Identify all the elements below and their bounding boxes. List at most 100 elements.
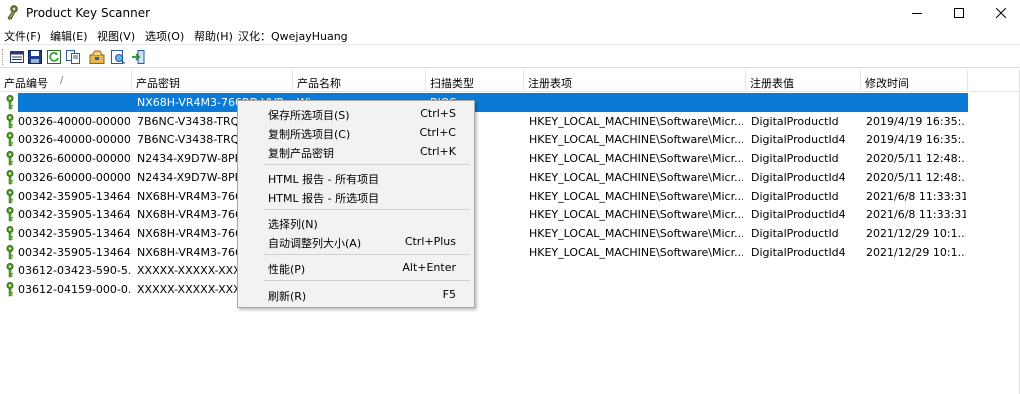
maximize-button[interactable]	[936, 0, 982, 26]
copy-button[interactable]	[64, 48, 82, 66]
cell-registry-key: HKEY_LOCAL_MACHINE\Software\Micr...	[529, 226, 743, 240]
menu-translation-credit: 汉化：QwejayHuang	[238, 30, 348, 43]
save-button[interactable]	[26, 48, 44, 66]
menu-item-shortcut: Alt+Enter	[402, 261, 456, 274]
menu-item-copy-selected[interactable]: 复制所选项目(C) Ctrl+C	[238, 123, 474, 142]
menu-item-label: 刷新(R)	[268, 290, 307, 303]
list-header: 产品编号 / 产品密钥 产品名称 扫描类型 注册表项 注册表值 修改时间	[0, 70, 1020, 92]
column-header-registry-value[interactable]: 注册表值	[746, 70, 861, 92]
column-label: 注册表项	[528, 77, 572, 90]
key-icon	[6, 225, 14, 241]
table-row[interactable]: 00342-35905-13464... NX68H-VR4M3-766 HKE…	[0, 224, 1020, 243]
menu-options[interactable]: 选项(O)	[145, 28, 184, 44]
key-icon	[6, 263, 14, 278]
options-button[interactable]	[88, 48, 106, 66]
column-header-modified-time[interactable]: 修改时间	[861, 70, 968, 92]
cell-product-id: 03612-03423-590-5...	[18, 264, 130, 278]
table-row[interactable]: 00326-60000-00000... N2434-X9D7W-8PF HKE…	[0, 149, 1020, 168]
copy-icon	[66, 50, 80, 64]
key-icon	[6, 282, 14, 297]
maximize-icon	[954, 8, 964, 18]
table-row[interactable]: NX68H-VR4M3-766RD-VVR Wi BIOS	[0, 93, 1020, 112]
cell-product-id: 00326-60000-00000...	[18, 152, 130, 166]
table-row[interactable]: 00326-60000-00000... N2434-X9D7W-8PF HKE…	[0, 168, 1020, 187]
menu-item-choose-columns[interactable]: 选择列(N)	[238, 213, 474, 232]
minimize-button[interactable]	[894, 0, 940, 26]
menu-item-html-report-selected[interactable]: HTML 报告 - 所选项目	[238, 187, 474, 206]
menu-item-label: 选择列(N)	[268, 218, 318, 231]
close-button[interactable]	[978, 0, 1020, 26]
key-icon	[6, 244, 14, 259]
html-report-icon	[111, 50, 125, 64]
menu-file[interactable]: 文件(F)	[4, 28, 41, 44]
column-label: 产品编号	[4, 77, 48, 90]
table-row[interactable]: 03612-04159-000-0... XXXXX-XXXXX-XXX	[0, 280, 1020, 299]
table-row[interactable]: 00342-35905-13464... NX68H-VR4M3-766 HKE…	[0, 243, 1020, 262]
cell-modified-time: 2020/5/11 12:48:...	[866, 170, 966, 184]
column-header-product-key[interactable]: 产品密钥	[132, 70, 293, 92]
key-icon	[6, 132, 14, 147]
cell-modified-time: 2021/12/29 10:1...	[866, 226, 966, 240]
properties-icon	[10, 51, 24, 63]
menu-item-label: 保存所选项目(S)	[268, 109, 350, 122]
cell-registry-key: HKEY_LOCAL_MACHINE\Software\Micr...	[529, 245, 743, 259]
properties-button[interactable]	[8, 48, 26, 66]
cell-registry-key: HKEY_LOCAL_MACHINE\Software\Micr...	[529, 170, 743, 184]
menu-separator	[264, 164, 470, 165]
menu-item-properties[interactable]: 性能(P) Alt+Enter	[238, 258, 474, 277]
column-label: 注册表值	[750, 77, 794, 90]
table-row[interactable]: 00326-40000-00000... 7B6NC-V3438-TRQ HKE…	[0, 112, 1020, 131]
menu-item-refresh[interactable]: 刷新(R) F5	[238, 285, 474, 304]
menu-item-label: 复制所选项目(C)	[268, 128, 351, 141]
menu-help[interactable]: 帮助(H)	[194, 28, 233, 44]
table-row[interactable]: 00326-40000-00000... 7B6NC-V3438-TRQ HKE…	[0, 130, 1020, 149]
menu-item-label: 复制产品密钥	[268, 147, 334, 160]
table-row[interactable]: 03612-03423-590-5... XXXXX-XXXXX-XXX	[0, 261, 1020, 280]
cell-registry-value: DigitalProductId	[751, 226, 839, 240]
cell-product-id: 00342-35905-13464...	[18, 189, 130, 203]
menu-item-auto-size-columns[interactable]: 自动调整列大小(A) Ctrl+Plus	[238, 232, 474, 251]
cell-modified-time: 2021/6/8 11:33:31	[866, 189, 966, 203]
menu-item-label: HTML 报告 - 所有项目	[268, 173, 380, 186]
cell-registry-key: HKEY_LOCAL_MACHINE\Software\Micr...	[529, 189, 743, 203]
cell-registry-key: HKEY_LOCAL_MACHINE\Software\Micr...	[529, 133, 743, 147]
menu-separator	[264, 280, 470, 281]
table-row[interactable]: 00342-35905-13464... NX68H-VR4M3-766 HKE…	[0, 205, 1020, 224]
menu-item-save-selected[interactable]: 保存所选项目(S) Ctrl+S	[238, 104, 474, 123]
toolbar-grip	[2, 49, 4, 65]
menu-item-html-report-all[interactable]: HTML 报告 - 所有项目	[238, 168, 474, 187]
cell-registry-value: DigitalProductId4	[751, 245, 846, 259]
toolbar	[0, 44, 1020, 68]
cell-modified-time: 2019/4/19 16:35:...	[866, 114, 966, 128]
column-header-scan-type[interactable]: 扫描类型	[426, 70, 524, 92]
column-label: 产品名称	[297, 77, 341, 90]
column-header-product-name[interactable]: 产品名称	[293, 70, 426, 92]
menu-item-shortcut: Ctrl+K	[419, 145, 456, 158]
title-bar: Product Key Scanner	[0, 0, 1020, 26]
menu-item-copy-product-key[interactable]: 复制产品密钥 Ctrl+K	[238, 142, 474, 161]
cell-modified-time: 2021/6/8 11:33:31	[866, 208, 966, 222]
menu-edit[interactable]: 编辑(E)	[50, 28, 88, 44]
context-menu: 保存所选项目(S) Ctrl+S 复制所选项目(C) Ctrl+C 复制产品密钥…	[237, 100, 475, 308]
cell-product-id: 03612-04159-000-0...	[18, 283, 130, 296]
menu-view[interactable]: 视图(V)	[97, 28, 135, 44]
menu-item-shortcut: F5	[442, 288, 456, 301]
cell-registry-key: HKEY_LOCAL_MACHINE\Software\Micr...	[529, 152, 743, 166]
app-key-icon	[7, 5, 18, 21]
cell-product-id: 00326-40000-00000...	[18, 114, 130, 128]
column-header-registry-key[interactable]: 注册表项	[524, 70, 746, 92]
column-label: 修改时间	[865, 77, 909, 90]
table-row[interactable]: 00342-35905-13464... NX68H-VR4M3-766 HKE…	[0, 187, 1020, 206]
exit-button[interactable]	[129, 48, 147, 66]
column-label: 扫描类型	[430, 77, 474, 90]
column-header-product-id[interactable]: 产品编号 /	[0, 70, 132, 92]
refresh-button[interactable]	[45, 48, 63, 66]
cell-modified-time: 2019/4/19 16:35:...	[866, 133, 966, 147]
key-icon	[6, 188, 14, 203]
cell-modified-time: 2021/12/29 10:1...	[866, 245, 966, 259]
window-title: Product Key Scanner	[26, 6, 151, 20]
refresh-icon	[47, 50, 61, 64]
key-icon	[6, 169, 14, 185]
html-report-button[interactable]	[109, 48, 127, 66]
minimize-icon	[912, 13, 922, 14]
